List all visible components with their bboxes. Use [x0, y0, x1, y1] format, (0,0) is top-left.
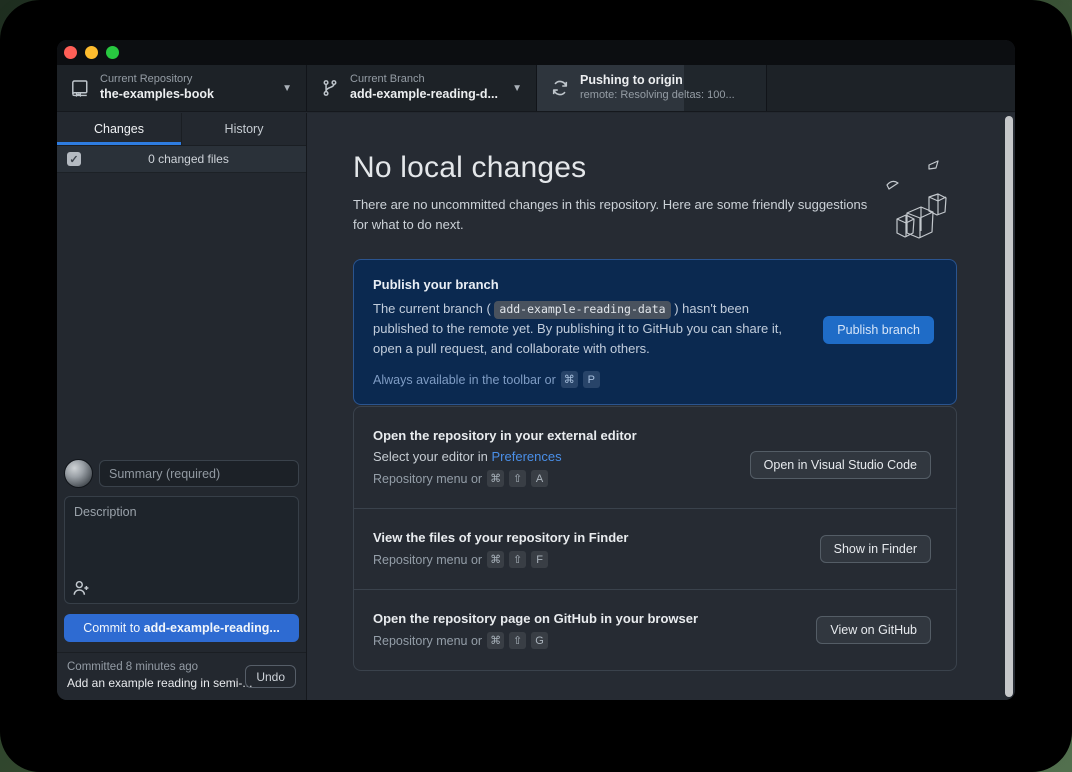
changes-sidebar: Changes History ✓ 0 changed files	[57, 113, 307, 700]
commit-button-prefix: Commit to	[83, 621, 143, 635]
zoom-window-button[interactable]	[106, 46, 119, 59]
hint-text: Repository menu or	[373, 553, 482, 567]
shift-key: ⇧	[509, 551, 526, 568]
suggestions-list: Open the repository in your external edi…	[353, 406, 957, 671]
changed-files-count: 0 changed files	[81, 152, 296, 166]
current-repository-label: Current Repository	[100, 73, 214, 87]
cmd-key: ⌘	[487, 632, 504, 649]
chevron-down-icon: ▼	[274, 83, 292, 94]
desktop-backdrop: Current Repository the-examples-book ▼ C…	[0, 0, 1072, 772]
hint-text: Repository menu or	[373, 472, 482, 486]
no-changes-illustration	[867, 155, 959, 241]
shift-key: ⇧	[509, 470, 526, 487]
publish-panel-body: The current branch ( add-example-reading…	[373, 299, 798, 359]
summary-input[interactable]	[99, 460, 299, 487]
close-window-button[interactable]	[64, 46, 77, 59]
current-branch-name: add-example-reading-d...	[350, 87, 498, 103]
branch-code-chip: add-example-reading-data	[494, 301, 670, 319]
main-content: No local changes There are no uncommitte…	[307, 113, 1015, 700]
publish-branch-button[interactable]: Publish branch	[823, 316, 934, 344]
current-repository-name: the-examples-book	[100, 87, 214, 103]
traffic-lights	[64, 46, 119, 59]
suggestion-title: Open the repository in your external edi…	[373, 428, 937, 443]
a-key: A	[531, 470, 548, 487]
push-to-origin-button[interactable]: Pushing to origin remote: Resolving delt…	[537, 65, 767, 111]
sync-icon	[551, 79, 569, 97]
suggestion-open-editor: Open the repository in your external edi…	[354, 407, 956, 509]
publish-panel-title: Publish your branch	[373, 277, 937, 292]
current-branch-label: Current Branch	[350, 73, 498, 87]
git-branch-icon	[321, 79, 339, 97]
undo-commit-button[interactable]: Undo	[245, 665, 296, 688]
last-commit-bar: Committed 8 minutes ago Add an example r…	[57, 652, 306, 700]
suggestion-view-on-github: Open the repository page on GitHub in yo…	[354, 590, 956, 670]
view-on-github-button[interactable]: View on GitHub	[816, 616, 931, 644]
show-in-finder-button[interactable]: Show in Finder	[820, 535, 931, 563]
g-key: G	[531, 632, 548, 649]
publish-shortcut-hint: Always available in the toolbar or ⌘ P	[373, 371, 937, 388]
window-titlebar	[57, 40, 1015, 65]
minimize-window-button[interactable]	[85, 46, 98, 59]
current-branch-dropdown[interactable]: Current Branch add-example-reading-d... …	[307, 65, 537, 111]
vertical-scrollbar[interactable]	[1005, 116, 1013, 697]
cmd-key: ⌘	[487, 470, 504, 487]
app-toolbar: Current Repository the-examples-book ▼ C…	[57, 65, 1015, 112]
page-subtitle: There are no uncommitted changes in this…	[353, 195, 868, 235]
hint-text: Repository menu or	[373, 634, 482, 648]
publish-hint-text: Always available in the toolbar or	[373, 373, 556, 387]
tab-changes[interactable]: Changes	[57, 113, 182, 145]
publish-branch-panel: Publish your branch The current branch (…	[353, 259, 957, 405]
p-key: P	[583, 371, 600, 388]
current-repository-dropdown[interactable]: Current Repository the-examples-book ▼	[57, 65, 307, 111]
publish-body-pre: The current branch (	[373, 301, 491, 316]
github-desktop-window: Current Repository the-examples-book ▼ C…	[57, 40, 1015, 700]
shift-key: ⇧	[509, 632, 526, 649]
user-avatar	[64, 459, 93, 488]
sidebar-tabs: Changes History	[57, 113, 306, 146]
repo-book-icon	[71, 79, 89, 97]
f-key: F	[531, 551, 548, 568]
file-list-empty	[57, 173, 306, 451]
chevron-down-icon: ▼	[504, 83, 522, 94]
tab-history[interactable]: History	[182, 113, 306, 145]
push-status-text: remote: Resolving deltas: 100...	[580, 89, 735, 103]
cmd-key: ⌘	[561, 371, 578, 388]
editor-sub-text: Select your editor in	[373, 449, 492, 464]
add-coauthor-icon[interactable]	[72, 579, 90, 597]
description-input[interactable]	[64, 496, 299, 604]
commit-button[interactable]: Commit to add-example-reading...	[64, 614, 299, 642]
select-all-checkbox[interactable]: ✓	[67, 152, 81, 166]
commit-button-branch: add-example-reading...	[144, 621, 280, 635]
push-title: Pushing to origin	[580, 73, 735, 89]
changed-files-header: ✓ 0 changed files	[57, 146, 306, 173]
cmd-key: ⌘	[487, 551, 504, 568]
suggestion-show-in-finder: View the files of your repository in Fin…	[354, 509, 956, 590]
open-in-editor-button[interactable]: Open in Visual Studio Code	[750, 451, 931, 479]
preferences-link[interactable]: Preferences	[492, 449, 562, 464]
commit-form: Commit to add-example-reading...	[57, 451, 306, 652]
